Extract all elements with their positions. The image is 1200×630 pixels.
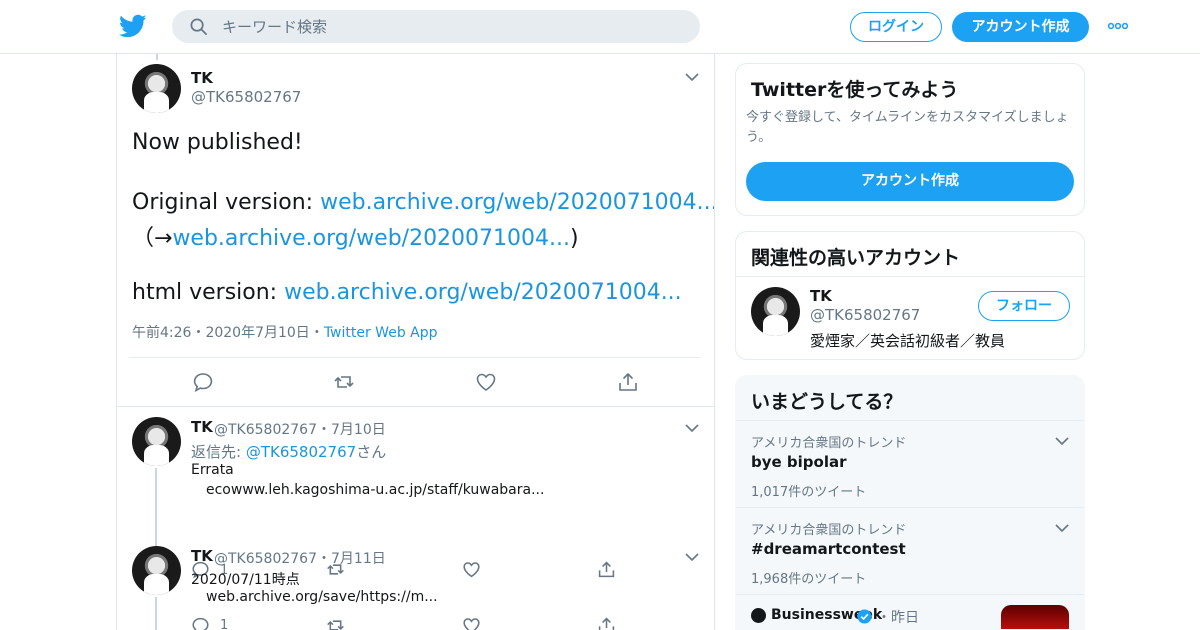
reply-date[interactable]: ・7月11日 bbox=[317, 551, 386, 567]
tweet-author-name[interactable]: TK bbox=[191, 69, 213, 87]
reply-to-line: 返信先: @TK65802767さん bbox=[191, 441, 386, 462]
news-time: ・昨日 bbox=[877, 610, 919, 626]
avatar[interactable] bbox=[132, 546, 181, 595]
reply-link[interactable]: ecowww.leh.kagoshima-u.ac.jp/staff/kuwab… bbox=[206, 482, 544, 498]
reply-to-prefix: 返信先: bbox=[191, 443, 246, 461]
avatar[interactable] bbox=[132, 64, 181, 113]
reply-date[interactable]: ・7月10日 bbox=[317, 422, 386, 438]
avatar[interactable] bbox=[132, 417, 181, 466]
search-input[interactable] bbox=[222, 10, 682, 43]
tweet-text-prefix: html version: bbox=[132, 280, 285, 305]
reply-icon[interactable] bbox=[191, 616, 210, 630]
reply-link[interactable]: web.archive.org/save/https://m... bbox=[206, 589, 438, 605]
tweet-text-line: Now published! bbox=[132, 130, 303, 155]
thread-line bbox=[156, 54, 158, 60]
reply-count: 1 bbox=[220, 618, 229, 630]
login-button[interactable]: ログイン bbox=[850, 12, 942, 42]
tweet-text-suffix: ) bbox=[570, 226, 579, 251]
signup-card-text: 今すぐ登録して、タイムラインをカスタマイズしましょう。 bbox=[746, 110, 1069, 145]
trends-card: いまどうしてる？ アメリカ合衆国のトレンド bye bipolar 1,017件… bbox=[735, 375, 1085, 630]
trend-count: 1,017件のツイート bbox=[751, 485, 867, 500]
tweet-date[interactable]: 2020年7月10日 bbox=[205, 325, 309, 341]
tweet-text-prefix: Original version: bbox=[132, 190, 321, 215]
timeline: TK @TK65802767 Now published! Original v… bbox=[116, 54, 715, 630]
news-thumbnail[interactable] bbox=[1001, 605, 1069, 629]
reply-author-name[interactable]: TK bbox=[191, 418, 213, 436]
original-version-link[interactable]: web.archive.org/web/2020071004... bbox=[320, 190, 714, 215]
reply-icon[interactable] bbox=[192, 371, 214, 393]
twitter-logo-icon[interactable] bbox=[119, 12, 147, 40]
reply-handle-text[interactable]: @TK65802767 bbox=[214, 422, 317, 438]
news-item[interactable]: Businessweek ・昨日 bbox=[736, 594, 1084, 629]
meta-separator: ・ bbox=[309, 325, 324, 341]
divider bbox=[736, 276, 1084, 277]
related-account-bio: 愛煙家／英会話初級者／教員 bbox=[810, 332, 1006, 350]
reply-to-suffix: さん bbox=[356, 443, 387, 461]
more-icon[interactable] bbox=[1107, 18, 1129, 34]
chevron-down-icon[interactable] bbox=[684, 71, 700, 83]
reply-tweet[interactable]: TK @TK65802767・7月11日 2020/07/11時点 web.ar… bbox=[117, 536, 714, 630]
search-icon bbox=[190, 18, 207, 35]
chevron-down-icon[interactable] bbox=[684, 551, 700, 563]
chevron-down-icon[interactable] bbox=[1054, 522, 1070, 534]
tweet-time[interactable]: 午前4:26 bbox=[132, 325, 191, 341]
signup-card-button[interactable]: アカウント作成 bbox=[746, 162, 1074, 201]
avatar[interactable] bbox=[751, 287, 800, 336]
reply-to-handle-link[interactable]: @TK65802767 bbox=[246, 443, 356, 461]
related-account-handle[interactable]: @TK65802767 bbox=[810, 306, 920, 324]
trend-count: 1,968件のツイート bbox=[751, 572, 867, 587]
alternate-link[interactable]: web.archive.org/web/2020071004... bbox=[172, 226, 570, 251]
tweet-text-line: html version: web.archive.org/web/202007… bbox=[132, 280, 682, 305]
divider bbox=[129, 357, 700, 358]
tweet-source-link[interactable]: Twitter Web App bbox=[324, 325, 438, 341]
meta-separator: ・ bbox=[191, 325, 206, 341]
trend-location-label: アメリカ合衆国のトレンド bbox=[751, 436, 907, 451]
reply-text: 2020/07/11時点 bbox=[191, 572, 300, 588]
signup-button[interactable]: アカウント作成 bbox=[952, 12, 1089, 42]
related-accounts-card: 関連性の高いアカウント TK @TK65802767 愛煙家／英会話初級者／教員… bbox=[735, 231, 1085, 360]
news-source-avatar bbox=[751, 608, 766, 623]
tweet-text-line: Original version: web.archive.org/web/20… bbox=[132, 190, 714, 215]
verified-badge-icon bbox=[857, 609, 872, 624]
reply-author-name[interactable]: TK bbox=[191, 547, 213, 565]
reply-author-handle[interactable]: @TK65802767・7月11日 bbox=[214, 548, 386, 568]
like-icon[interactable] bbox=[475, 371, 497, 393]
chevron-down-icon[interactable] bbox=[1054, 435, 1070, 447]
share-icon[interactable] bbox=[597, 616, 616, 630]
reply-tweet[interactable]: TK @TK65802767・7月10日 返信先: @TK65802767さん … bbox=[117, 406, 714, 590]
trend-item[interactable]: アメリカ合衆国のトレンド bye bipolar 1,017件のツイート bbox=[736, 420, 1084, 507]
trend-topic[interactable]: bye bipolar bbox=[751, 453, 847, 471]
thread-line bbox=[155, 597, 157, 630]
reply-author-handle[interactable]: @TK65802767・7月10日 bbox=[214, 419, 386, 439]
trend-topic[interactable]: #dreamartcontest bbox=[751, 540, 906, 558]
share-icon[interactable] bbox=[617, 371, 639, 393]
tweet-text-line: （→web.archive.org/web/2020071004...) bbox=[132, 220, 579, 252]
html-version-link[interactable]: web.archive.org/web/2020071004... bbox=[284, 280, 682, 305]
retweet-icon[interactable] bbox=[326, 616, 345, 630]
related-accounts-title: 関連性の高いアカウント bbox=[751, 247, 961, 269]
search-box[interactable] bbox=[172, 10, 700, 43]
trend-location-label: アメリカ合衆国のトレンド bbox=[751, 523, 907, 538]
reply-text: Errata bbox=[191, 462, 234, 478]
like-icon[interactable] bbox=[462, 616, 481, 630]
trends-title: いまどうしてる？ bbox=[751, 391, 903, 413]
retweet-icon[interactable] bbox=[333, 371, 355, 393]
tweet-meta: 午前4:26・2020年7月10日・Twitter Web App bbox=[132, 322, 438, 342]
related-account-name[interactable]: TK bbox=[810, 287, 832, 305]
follow-button[interactable]: フォロー bbox=[978, 291, 1070, 321]
trend-item[interactable]: アメリカ合衆国のトレンド #dreamartcontest 1,968件のツイー… bbox=[736, 507, 1084, 594]
signup-card: Twitterを使ってみよう 今すぐ登録して、タイムラインをカスタマイズしましょ… bbox=[735, 63, 1085, 216]
tweet-author-handle[interactable]: @TK65802767 bbox=[191, 88, 301, 106]
signup-card-title: Twitterを使ってみよう bbox=[751, 79, 959, 101]
chevron-down-icon[interactable] bbox=[684, 422, 700, 434]
top-bar: ログイン アカウント作成 bbox=[0, 0, 1200, 54]
tweet-text-prefix: （→ bbox=[132, 226, 173, 251]
reply-handle-text[interactable]: @TK65802767 bbox=[214, 551, 317, 567]
